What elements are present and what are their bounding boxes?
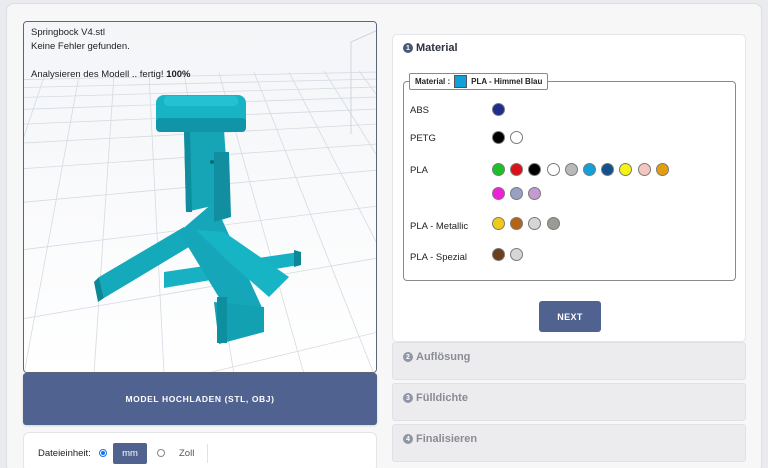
step-number-badge: 2	[403, 352, 413, 362]
step-title: Auflösung	[416, 351, 471, 363]
error-status: Keine Fehler gefunden.	[31, 41, 130, 52]
color-swatch-pla-1[interactable]	[492, 163, 505, 176]
material-label-pla-spezial: PLA - Spezial	[410, 252, 468, 263]
material-label-abs: ABS	[410, 105, 430, 116]
model-viewer[interactable]: Springbock V4.stl Keine Fehler gefunden.…	[23, 21, 377, 373]
color-swatch-pla-2[interactable]	[510, 163, 524, 176]
file-unit-panel: Dateieinheit: mm Zoll	[23, 432, 377, 468]
color-swatch-pla-9[interactable]	[637, 163, 651, 176]
color-swatch-pla-7[interactable]	[601, 163, 615, 176]
step-infill-card[interactable]: 3 Fülldichte	[392, 383, 746, 421]
color-swatch-pla-10[interactable]	[655, 163, 669, 176]
material-legend-label: Material :	[415, 77, 451, 86]
color-swatch-pla-11[interactable]	[492, 187, 505, 200]
color-swatch-pla-metallic-4[interactable]	[546, 217, 560, 230]
selected-color-swatch	[454, 75, 468, 88]
file-unit-label: Dateieinheit:	[38, 448, 91, 459]
step-resolution-header[interactable]: 2 Auflösung	[403, 351, 470, 363]
step-title: Fülldichte	[416, 392, 468, 404]
color-swatch-pla-8[interactable]	[619, 163, 633, 176]
color-swatch-pla-5[interactable]	[564, 163, 578, 176]
selected-material-legend: Material : PLA - Himmel Blau	[409, 73, 549, 90]
analysis-text: Analysieren des Modell .. fertig!	[31, 69, 164, 80]
material-label-pla-metallic: PLA - Metallic	[410, 221, 469, 232]
color-swatch-pla-spezial-2[interactable]	[510, 248, 524, 261]
color-swatch-petg-1[interactable]	[492, 131, 505, 144]
color-swatch-pla-12[interactable]	[510, 187, 524, 200]
upload-model-button[interactable]: MODEL HOCHLADEN (STL, OBJ)	[23, 373, 377, 425]
step-number-badge: 4	[403, 434, 413, 444]
unit-zoll-radio[interactable]	[157, 449, 165, 457]
step-title: Finalisieren	[416, 433, 478, 445]
file-name: Springbock V4.stl	[31, 27, 105, 38]
color-swatch-pla-6[interactable]	[583, 163, 596, 176]
material-label-pla: PLA	[410, 165, 428, 176]
step-material-header[interactable]: 1 Material	[403, 42, 458, 54]
analysis-status: Analysieren des Modell .. fertig! 100%	[31, 69, 191, 80]
next-button[interactable]: NEXT	[539, 301, 601, 332]
step-number-badge: 1	[403, 43, 413, 53]
color-swatch-pla-4[interactable]	[546, 163, 560, 176]
unit-zoll-label[interactable]: Zoll	[179, 448, 194, 459]
analysis-percent: 100%	[166, 69, 191, 80]
color-swatch-pla-metallic-2[interactable]	[510, 217, 524, 230]
step-title: Material	[416, 42, 458, 54]
color-swatch-pla-spezial-1[interactable]	[492, 248, 505, 261]
material-fieldset: Material : PLA - Himmel Blau ABS PETG PL…	[403, 73, 736, 281]
color-swatch-abs-1[interactable]	[492, 103, 505, 116]
material-step-card: 1 Material Material : PLA - Himmel Blau …	[392, 34, 746, 342]
step-finalize-card[interactable]: 4 Finalisieren	[392, 424, 746, 462]
material-label-petg: PETG	[410, 133, 436, 144]
color-swatch-pla-3[interactable]	[528, 163, 542, 176]
color-swatch-pla-13[interactable]	[528, 187, 542, 200]
color-swatch-pla-metallic-3[interactable]	[528, 217, 542, 230]
step-number-badge: 3	[403, 393, 413, 403]
selected-material-name: PLA - Himmel Blau	[471, 77, 543, 86]
step-infill-header[interactable]: 3 Fülldichte	[403, 392, 468, 404]
step-resolution-card[interactable]: 2 Auflösung	[392, 342, 746, 380]
color-swatch-pla-metallic-1[interactable]	[492, 217, 505, 230]
color-swatch-petg-2[interactable]	[510, 131, 524, 144]
unit-mm-radio[interactable]	[99, 449, 107, 457]
unit-divider	[207, 444, 208, 463]
unit-mm-button[interactable]: mm	[113, 443, 147, 464]
step-finalize-header[interactable]: 4 Finalisieren	[403, 433, 477, 445]
